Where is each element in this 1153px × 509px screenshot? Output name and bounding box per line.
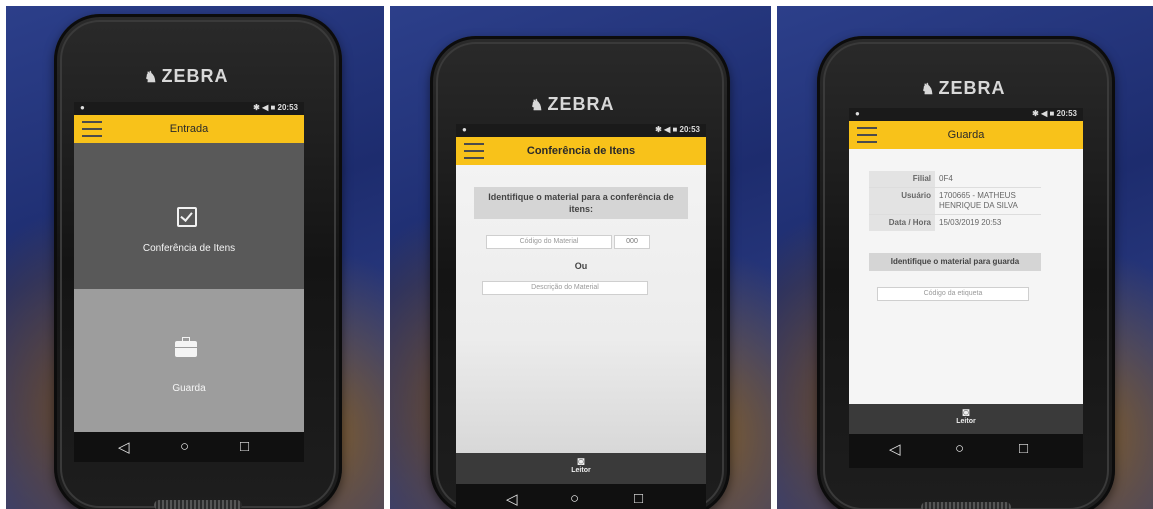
info-row-filial: Filial 0F4 xyxy=(869,171,1041,188)
info-value: 15/03/2019 20:53 xyxy=(939,218,1002,227)
info-label: Usuário xyxy=(869,188,935,214)
info-row-data-hora: Data / Hora 15/03/2019 20:53 xyxy=(869,215,1041,231)
status-time: 20:53 xyxy=(679,125,700,134)
recent-apps-icon[interactable]: □ xyxy=(634,490,643,507)
status-right: ✱ ◀ ■ 20:53 xyxy=(655,125,700,134)
phone-body: ♞ ZEBRA ● ✱ ◀ ■ 20:53 Guarda Filial 0F4 U… xyxy=(817,36,1115,509)
tile-label: Guarda xyxy=(172,383,206,394)
app-bar: Entrada xyxy=(74,115,304,143)
bottom-bar: ◙ Leitor xyxy=(849,404,1083,434)
info-row-usuario: Usuário 1700665 - MATHEUS HENRIQUE DA SI… xyxy=(869,188,1041,215)
briefcase-icon xyxy=(175,337,197,357)
status-right: ✱ ◀ ■ 20:53 xyxy=(1032,109,1077,118)
status-bar: ● ✱ ◀ ■ 20:53 xyxy=(849,108,1083,121)
codigo-etiqueta-input[interactable]: Código da etiqueta xyxy=(877,287,1029,301)
zebra-logo: ♞ ZEBRA xyxy=(530,94,614,115)
photo-panel-conferencia: ♞ ZEBRA ● ✱ ◀ ■ 20:53 Conferência de Iten… xyxy=(390,6,771,509)
android-nav-bar: ◁ ○ □ xyxy=(849,434,1083,468)
back-icon[interactable]: ◁ xyxy=(118,438,130,456)
zebra-head-icon: ♞ xyxy=(921,81,936,98)
leitor-button[interactable]: ◙ Leitor xyxy=(561,455,601,474)
tile-label: Conferência de Itens xyxy=(142,243,236,254)
zebra-head-icon: ♞ xyxy=(144,69,159,86)
page-title: Guarda xyxy=(947,129,985,141)
back-icon[interactable]: ◁ xyxy=(889,440,901,458)
status-bar: ● ✱ ◀ ■ 20:53 xyxy=(74,102,304,115)
bottom-bar: ◙ Leitor xyxy=(456,453,706,484)
photo-panel-entrada: ♞ ZEBRA ● ✱ ◀ ■ 20:53 Entrada Conferência… xyxy=(6,6,384,509)
android-nav-bar: ◁ ○ □ xyxy=(74,432,304,462)
home-icon[interactable]: ○ xyxy=(570,490,579,507)
status-icons: ✱ ◀ ■ xyxy=(1032,109,1055,118)
brand-text: ZEBRA xyxy=(161,66,229,86)
device-screen: ● ✱ ◀ ■ 20:53 Entrada Conferência de Ite… xyxy=(74,102,304,462)
phone-body: ♞ ZEBRA ● ✱ ◀ ■ 20:53 Conferência de Iten… xyxy=(430,36,730,509)
info-label: Filial xyxy=(869,171,935,187)
status-bar: ● ✱ ◀ ■ 20:53 xyxy=(456,124,706,137)
form-heading: Identifique o material para guarda xyxy=(869,253,1041,271)
status-icons: ✱ ◀ ■ xyxy=(655,125,678,134)
info-table: Filial 0F4 Usuário 1700665 - MATHEUS HEN… xyxy=(869,171,1041,231)
form-heading: Identifique o material para a conferênci… xyxy=(474,187,688,219)
info-value: 0F4 xyxy=(939,174,953,183)
app-bar: Conferência de Itens xyxy=(456,137,706,165)
location-icon: ● xyxy=(80,103,85,112)
home-icon[interactable]: ○ xyxy=(180,438,189,455)
codigo-material-input[interactable]: Código do Material xyxy=(486,235,612,249)
back-icon[interactable]: ◁ xyxy=(506,490,518,508)
brand-text: ZEBRA xyxy=(547,94,615,114)
ou-label: Ou xyxy=(574,261,588,271)
status-time: 20:53 xyxy=(277,103,298,112)
tile-conferencia-de-itens[interactable]: Conferência de Itens xyxy=(74,143,304,289)
app-bar: Guarda xyxy=(849,121,1083,149)
camera-icon: ◙ xyxy=(577,454,585,468)
location-icon: ● xyxy=(855,109,860,118)
status-right: ✱ ◀ ■ 20:53 xyxy=(253,103,298,112)
page-title: Conferência de Itens xyxy=(526,145,636,157)
android-nav-bar: ◁ ○ □ xyxy=(456,484,706,509)
device-screen: ● ✱ ◀ ■ 20:53 Conferência de Itens Ident… xyxy=(456,124,706,509)
zebra-logo: ♞ ZEBRA xyxy=(921,78,1005,99)
descricao-material-input[interactable]: Descrição do Material xyxy=(482,281,648,295)
suffix-input[interactable]: 000 xyxy=(614,235,650,249)
recent-apps-icon[interactable]: □ xyxy=(1019,440,1028,457)
leitor-label: Leitor xyxy=(571,467,591,474)
checkbox-icon xyxy=(177,207,197,227)
zebra-head-icon: ♞ xyxy=(530,97,545,114)
camera-icon: ◙ xyxy=(962,405,970,419)
brand-text: ZEBRA xyxy=(938,78,1006,98)
tile-guarda[interactable]: Guarda xyxy=(74,289,304,432)
speaker-grille xyxy=(921,502,1011,509)
phone-body: ♞ ZEBRA ● ✱ ◀ ■ 20:53 Entrada Conferência… xyxy=(54,14,342,509)
status-icons: ✱ ◀ ■ xyxy=(253,103,276,112)
recent-apps-icon[interactable]: □ xyxy=(240,438,249,455)
zebra-logo: ♞ ZEBRA xyxy=(144,66,228,87)
info-value: 1700665 - MATHEUS HENRIQUE DA SILVA xyxy=(939,191,1018,210)
photo-panel-guarda: ♞ ZEBRA ● ✱ ◀ ■ 20:53 Guarda Filial 0F4 U… xyxy=(777,6,1153,509)
home-icon[interactable]: ○ xyxy=(955,440,964,457)
status-time: 20:53 xyxy=(1056,109,1077,118)
device-screen: ● ✱ ◀ ■ 20:53 Guarda Filial 0F4 Usuário … xyxy=(849,108,1083,468)
info-label: Data / Hora xyxy=(869,215,935,231)
location-icon: ● xyxy=(462,125,467,134)
leitor-button[interactable]: ◙ Leitor xyxy=(946,406,986,425)
leitor-label: Leitor xyxy=(956,418,976,425)
form-area: Identifique o material para a conferênci… xyxy=(456,165,706,453)
speaker-grille xyxy=(154,500,242,509)
page-title: Entrada xyxy=(169,123,209,135)
guarda-content: Filial 0F4 Usuário 1700665 - MATHEUS HEN… xyxy=(849,149,1083,404)
